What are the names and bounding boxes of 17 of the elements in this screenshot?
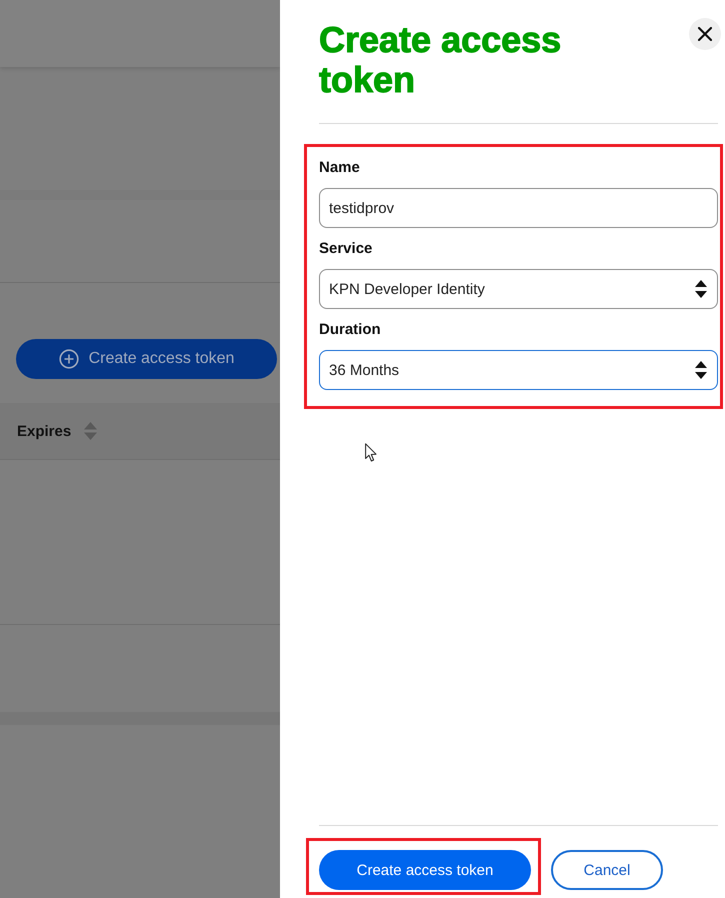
plus-circle-icon <box>58 349 79 369</box>
cancel-button[interactable]: Cancel <box>551 850 663 890</box>
field-label: Service <box>319 239 374 259</box>
field-label: Name <box>319 158 361 178</box>
select-field[interactable]: 36 Months <box>319 350 718 390</box>
mouse-pointer-icon <box>365 443 377 462</box>
create-token-button[interactable]: Create access token <box>16 339 277 379</box>
close-button[interactable] <box>689 18 721 50</box>
up-down-icon <box>695 360 707 380</box>
up-down-icon <box>695 279 707 299</box>
select-field[interactable]: KPN Developer Identity <box>319 269 718 309</box>
field-label: Duration <box>319 320 382 340</box>
create-token-button[interactable]: Create access token <box>319 850 531 890</box>
panel-title: Create access token <box>319 20 562 100</box>
close-icon <box>698 27 712 41</box>
text-input[interactable]: testidprov <box>319 188 718 228</box>
column-header[interactable]: Expires <box>17 422 72 440</box>
